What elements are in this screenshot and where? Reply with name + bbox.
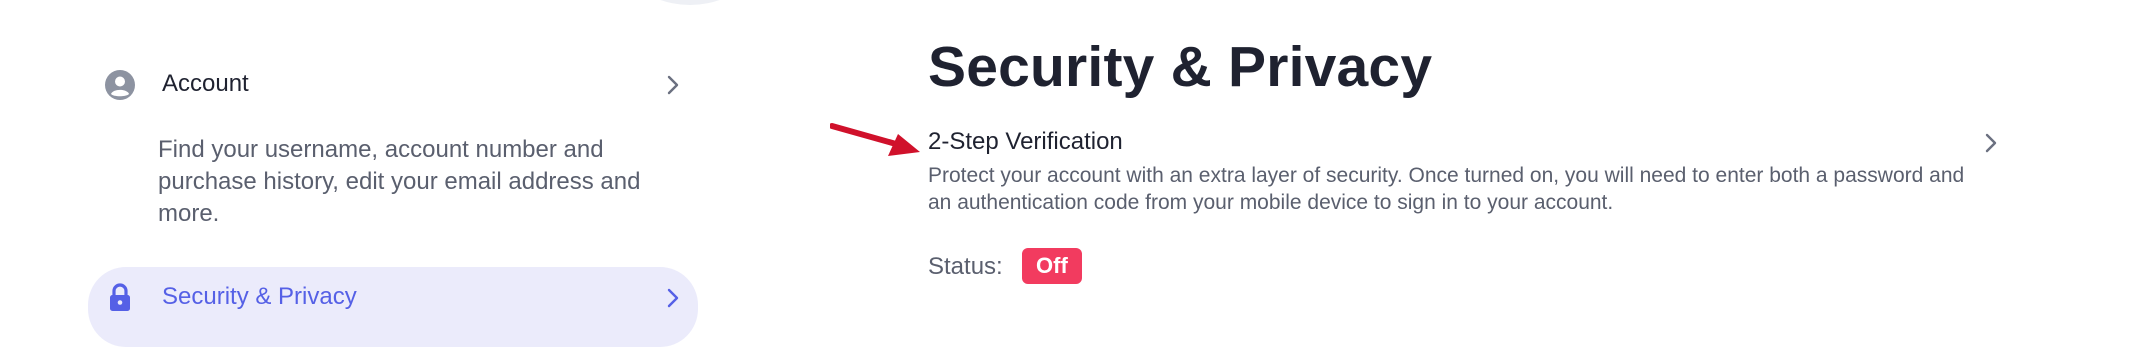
user-circle-icon [105,70,135,100]
page-title: Security & Privacy [928,35,1433,99]
status-badge: Off [1022,248,1082,284]
main-content: Security & Privacy 2-Step Verification P… [928,0,2058,323]
setting-title: 2-Step Verification [928,128,1123,155]
sidebar-item-description: Find your username, account number and p… [158,136,641,227]
lock-icon [110,283,130,311]
annotation-arrow-icon [830,123,920,156]
sidebar-item-security[interactable]: Security & Privacy [88,267,698,347]
chevron-right-icon [667,288,679,308]
sidebar-item-label: Security & Privacy [162,283,357,310]
setting-description: Protect your account with an extra layer… [928,164,1965,214]
sidebar-item-account[interactable]: Account [88,46,698,124]
chevron-right-icon [1985,133,1997,153]
status-label: Status: [928,253,1003,280]
sidebar-item-label: Account [162,70,249,97]
chevron-right-icon [667,75,679,95]
sidebar: Account Find your username, account numb… [88,0,698,347]
setting-2-step-verification[interactable]: 2-Step Verification Protect your account… [928,118,1998,238]
